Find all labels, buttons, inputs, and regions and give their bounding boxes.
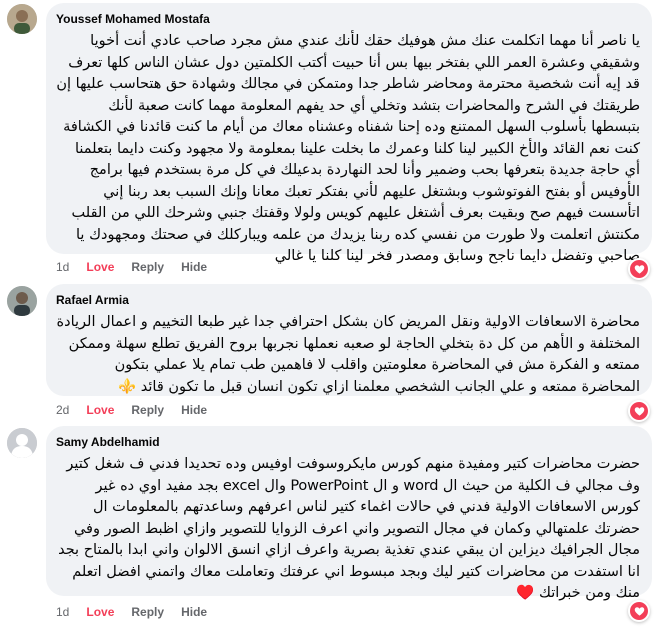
comment-author[interactable]: Youssef Mohamed Mostafa [56, 11, 640, 27]
comment-text: محاضرة الاسعافات الاولية ونقل المريض كان… [56, 314, 641, 395]
avatar[interactable] [7, 4, 37, 34]
comment-text: حضرت محاضرات كتير ومفيدة منهم كورس مايكر… [58, 456, 640, 601]
avatar[interactable] [7, 286, 37, 316]
comment-bubble: Samy Abdelhamid حضرت محاضرات كتير ومفيدة… [46, 426, 652, 601]
love-button[interactable]: Love [86, 403, 114, 417]
comment-actions: 1d Love Reply Hide [56, 260, 224, 274]
love-button[interactable]: Love [86, 260, 114, 274]
comment-actions: 1d Love Reply Hide [56, 605, 224, 619]
comment-timestamp[interactable]: 2d [56, 403, 69, 417]
comment-actions: 2d Love Reply Hide [56, 403, 224, 417]
comment-bubble: Rafael Armia محاضرة الاسعافات الاولية ون… [46, 284, 652, 396]
hide-button[interactable]: Hide [181, 605, 207, 619]
reply-button[interactable]: Reply [131, 605, 164, 619]
comment-timestamp[interactable]: 1d [56, 260, 69, 274]
comment-author[interactable]: Rafael Armia [56, 292, 640, 308]
comment-text: يا ناصر أنا مهما اتكلمت عنك مش هوفيك حقك… [56, 33, 640, 264]
avatar[interactable] [7, 428, 37, 458]
reply-button[interactable]: Reply [131, 403, 164, 417]
love-reaction-icon[interactable] [628, 258, 650, 280]
love-reaction-icon[interactable] [628, 600, 650, 622]
hide-button[interactable]: Hide [181, 260, 207, 274]
love-button[interactable]: Love [86, 605, 114, 619]
comment-bubble: Youssef Mohamed Mostafa يا ناصر أنا مهما… [46, 3, 652, 264]
comment-author[interactable]: Samy Abdelhamid [56, 434, 640, 450]
comment-timestamp[interactable]: 1d [56, 605, 69, 619]
hide-button[interactable]: Hide [181, 403, 207, 417]
love-reaction-icon[interactable] [628, 400, 650, 422]
reply-button[interactable]: Reply [131, 260, 164, 274]
